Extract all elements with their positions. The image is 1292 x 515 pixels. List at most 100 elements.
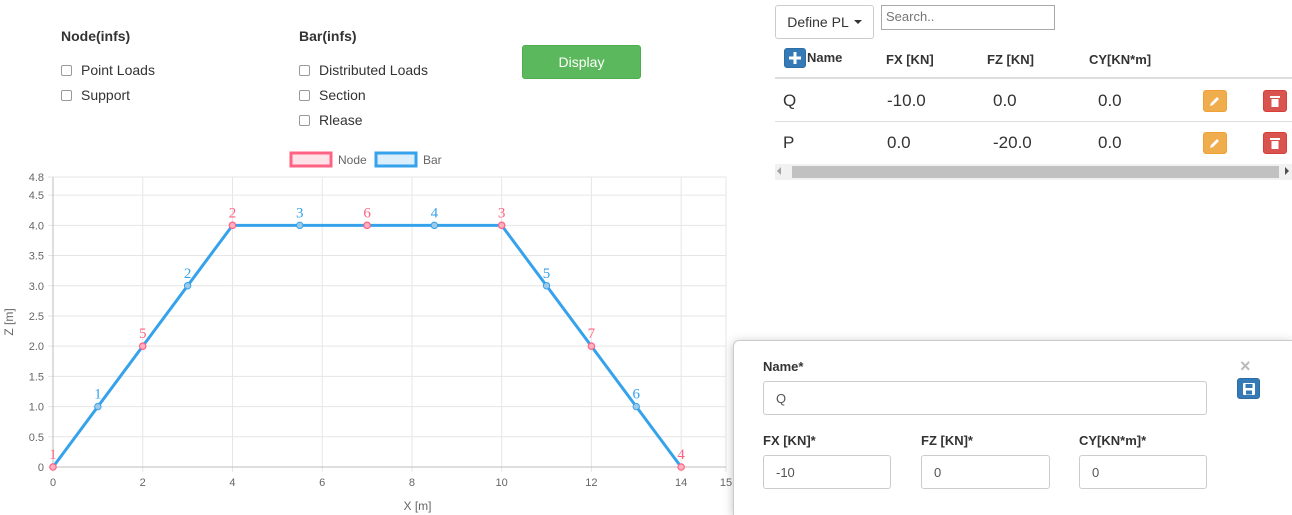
row-fx-cell: -10.0 — [887, 91, 926, 110]
node-point — [228, 221, 237, 230]
y-tick-label: 4.0 — [29, 220, 44, 232]
delete-row-button[interactable] — [1263, 132, 1287, 154]
y-axis-label: Z [m] — [2, 308, 16, 335]
edit-row-button[interactable] — [1203, 90, 1227, 112]
trash-icon — [1270, 138, 1280, 149]
x-tick-label: 15 — [720, 477, 732, 489]
bar-point — [542, 282, 551, 290]
display-button[interactable]: Display — [522, 45, 641, 79]
table-row: P 0.0 -20.0 0.0 — [775, 121, 1292, 163]
support-checkbox[interactable] — [61, 89, 72, 101]
bar-point — [183, 282, 192, 290]
bar-label: 4 — [431, 205, 439, 221]
pencil-icon — [1210, 139, 1219, 148]
point-loads-option[interactable]: Point Loads — [61, 62, 155, 78]
fz-label: FZ [KN]* — [921, 433, 973, 448]
horizontal-scrollbar[interactable] — [775, 164, 1292, 180]
row-cy-cell: 0.0 — [1098, 91, 1122, 110]
x-tick-label: 10 — [496, 477, 508, 489]
x-tick-label: 4 — [229, 477, 235, 489]
bar-label: 2 — [184, 266, 192, 282]
trash-icon — [1270, 96, 1280, 107]
column-header-cy[interactable]: CY[KN*m] — [1089, 52, 1151, 67]
y-tick-label: 2.5 — [29, 311, 44, 323]
cy-label: CY[KN*m]* — [1079, 433, 1147, 448]
bar-infs-title: Bar(infs) — [299, 28, 357, 44]
section-option[interactable]: Section — [299, 87, 366, 103]
edit-row-button[interactable] — [1203, 132, 1227, 154]
bar-label: 3 — [296, 205, 304, 221]
legend-swatch — [289, 151, 333, 168]
section-checkbox[interactable] — [299, 89, 310, 101]
row-cy-cell: 0.0 — [1098, 133, 1122, 152]
section-label: Section — [319, 87, 366, 103]
pencil-icon — [1210, 97, 1219, 106]
cy-input[interactable]: 0 — [1079, 455, 1207, 489]
row-name-cell: P — [783, 133, 795, 152]
support-option[interactable]: Support — [61, 87, 130, 103]
x-tick-label: 2 — [140, 477, 146, 489]
bar-point — [296, 221, 304, 230]
release-label: Rlease — [319, 112, 363, 128]
legend-label: Bar — [423, 153, 442, 167]
release-checkbox[interactable] — [299, 114, 310, 126]
scroll-left-arrow-icon[interactable] — [777, 167, 781, 175]
row-fz-cell: -20.0 — [993, 133, 1032, 152]
support-label: Support — [81, 87, 131, 103]
plus-icon — [789, 52, 801, 64]
fz-input[interactable]: 0 — [921, 455, 1050, 489]
column-header-name[interactable]: Name — [807, 50, 842, 65]
save-button[interactable] — [1237, 378, 1260, 399]
scroll-thumb[interactable] — [792, 166, 1279, 178]
y-tick-label: 3.0 — [29, 281, 44, 293]
distributed-loads-checkbox[interactable] — [299, 64, 310, 76]
bar-label: 5 — [543, 266, 551, 282]
node-infs-title: Node(infs) — [61, 28, 131, 44]
chart-grid — [48, 176, 727, 472]
bar-point — [632, 402, 640, 411]
node-label: 4 — [677, 447, 685, 463]
column-header-fz[interactable]: FZ [KN] — [987, 52, 1034, 67]
row-name-cell: Q — [783, 91, 797, 110]
column-header-fx[interactable]: FX [KN] — [886, 52, 934, 67]
y-tick-label: 0 — [38, 462, 44, 474]
name-input[interactable]: Q — [763, 381, 1207, 415]
legend-label: Node — [338, 153, 367, 167]
y-tick-label: 4.8 — [29, 172, 44, 184]
add-load-button[interactable] — [784, 48, 806, 68]
close-icon[interactable]: × — [1240, 357, 1251, 375]
name-label: Name* — [763, 359, 804, 374]
y-tick-label: 4.5 — [29, 190, 44, 202]
define-pl-dropdown[interactable]: Define PL — [775, 5, 874, 39]
node-label: 3 — [498, 205, 506, 221]
y-tick-label: 1.5 — [29, 371, 44, 383]
bar-point — [430, 221, 439, 230]
node-label: 1 — [49, 447, 57, 463]
x-tick-label: 8 — [409, 477, 415, 489]
x-tick-label: 0 — [50, 477, 56, 489]
row-fz-cell: 0.0 — [993, 91, 1017, 110]
point-loads-checkbox[interactable] — [61, 64, 72, 76]
y-tick-label: 1.0 — [29, 402, 44, 414]
node-point — [677, 463, 685, 471]
scroll-right-arrow-icon[interactable] — [1285, 167, 1289, 175]
node-point — [587, 342, 596, 350]
release-option[interactable]: Rlease — [299, 112, 363, 128]
node-label: 7 — [588, 326, 596, 342]
distributed-loads-option[interactable]: Distributed Loads — [299, 62, 428, 78]
bar-label: 1 — [94, 387, 102, 403]
fx-input[interactable]: -10 — [763, 455, 891, 489]
y-tick-label: 0.5 — [29, 432, 44, 444]
search-input[interactable]: Search.. — [881, 5, 1055, 30]
y-tick-label: 3.5 — [29, 251, 44, 263]
legend-swatch — [374, 151, 418, 168]
bar-label: 6 — [633, 387, 641, 403]
define-pl-label: Define PL — [787, 14, 849, 30]
delete-row-button[interactable] — [1263, 90, 1287, 112]
node-label: 2 — [229, 205, 237, 221]
chart-legend: Node Bar — [289, 151, 442, 168]
load-edit-panel: Name* Q × FX [KN]* -10 FZ [KN]* 0 CY[KN*… — [733, 340, 1292, 515]
caret-down-icon — [853, 20, 862, 24]
node-point — [363, 221, 371, 230]
point-loads-label: Point Loads — [81, 62, 155, 78]
